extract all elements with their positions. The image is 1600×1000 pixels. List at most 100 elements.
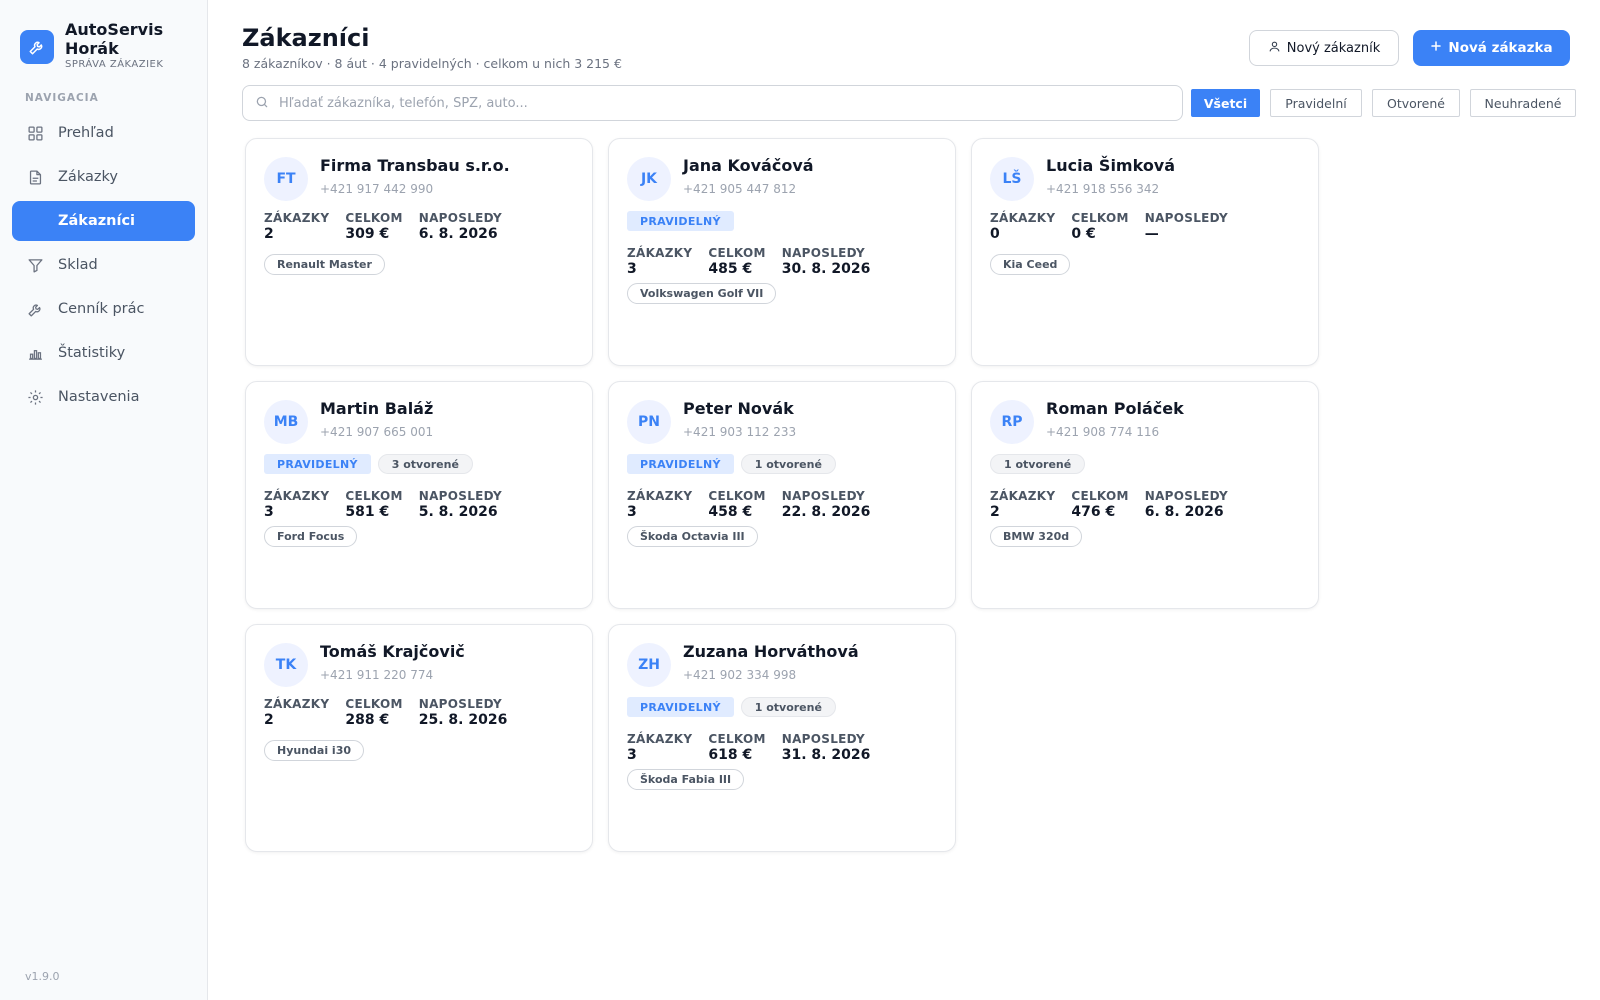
sidebar-item-zakazky[interactable]: Zákazky: [12, 157, 195, 197]
sidebar-item-label: Štatistiky: [58, 345, 126, 361]
stat-last: NAPOSLEDY 30. 8. 2026: [782, 246, 871, 277]
filter-unpaid[interactable]: Neuhradené: [1470, 89, 1576, 117]
filter-icon: [26, 256, 44, 274]
stat-label: ZÁKAZKY: [627, 732, 693, 746]
car-chip[interactable]: Škoda Fabia III: [627, 769, 745, 790]
stat-label: ZÁKAZKY: [627, 246, 693, 260]
car-chip[interactable]: BMW 320d: [990, 526, 1083, 547]
stat-label: ZÁKAZKY: [264, 697, 330, 711]
stat-value: 485 €: [708, 261, 753, 277]
customer-card[interactable]: TK Tomáš Krajčovič +421 911 220 774 ZÁKA…: [245, 624, 593, 852]
new-order-label: Nová zákazka: [1448, 40, 1553, 56]
sidebar-item-statistiky[interactable]: Štatistiky: [12, 333, 195, 373]
stat-last: NAPOSLEDY 5. 8. 2026: [419, 489, 502, 520]
customer-card[interactable]: JK Jana Kováčová +421 905 447 812 PRAVID…: [608, 138, 956, 366]
stat-value: 2: [264, 226, 274, 242]
stat-label: ZÁKAZKY: [264, 211, 330, 225]
stat-value: 25. 8. 2026: [418, 712, 508, 728]
sidebar-item-nastavenia[interactable]: Nastavenia: [12, 377, 195, 417]
new-order-button[interactable]: Nová zákazka: [1413, 30, 1570, 66]
search-input[interactable]: [279, 95, 1159, 111]
car-chip[interactable]: Ford Focus: [264, 526, 358, 547]
stat-value: 3: [627, 261, 637, 277]
customer-card[interactable]: RP Roman Poláček +421 908 774 116 1 otvo…: [971, 381, 1319, 609]
stat-label: ZÁKAZKY: [264, 489, 330, 503]
avatar: MB: [264, 400, 308, 444]
sidebar-item-zakaznici[interactable]: Zákazníci: [12, 201, 195, 241]
customer-name: Firma Transbau s.r.o.: [320, 156, 510, 175]
regular-badge: PRAVIDELNÝ: [627, 211, 734, 231]
new-customer-button[interactable]: Nový zákazník: [1249, 30, 1399, 66]
avatar: TK: [264, 643, 308, 687]
stat-value: 581 €: [345, 504, 390, 520]
sidebar-nav: Prehľad Zákazky Zákazníci Sklad Cenník p…: [12, 113, 195, 421]
avatar: RP: [990, 400, 1034, 444]
stat-total: CELKOM 485 €: [708, 246, 765, 277]
stat-value: 5. 8. 2026: [418, 504, 498, 520]
grid-icon: [26, 124, 44, 142]
car-chip[interactable]: Renault Master: [264, 254, 385, 275]
sidebar-item-prehlad[interactable]: Prehľad: [12, 113, 195, 153]
stat-value: 0 €: [1071, 226, 1096, 242]
stat-label: ZÁKAZKY: [990, 211, 1056, 225]
sidebar-item-cennik[interactable]: Cenník prác: [12, 289, 195, 329]
stat-last: NAPOSLEDY 25. 8. 2026: [419, 697, 508, 728]
car-chip[interactable]: Škoda Octavia III: [627, 526, 758, 547]
stat-label: CELKOM: [345, 697, 403, 711]
customer-card[interactable]: ZH Zuzana Horváthová +421 902 334 998 PR…: [608, 624, 956, 852]
customer-name: Tomáš Krajčovič: [320, 642, 465, 661]
sidebar-item-label: Zákazníci: [58, 213, 136, 229]
customer-card[interactable]: MB Martin Baláž +421 907 665 001 PRAVIDE…: [245, 381, 593, 609]
customer-card[interactable]: PN Peter Novák +421 903 112 233 PRAVIDEL…: [608, 381, 956, 609]
stat-label: NAPOSLEDY: [1144, 211, 1229, 225]
stat-last: NAPOSLEDY 22. 8. 2026: [782, 489, 871, 520]
sidebar-item-sklad[interactable]: Sklad: [12, 245, 195, 285]
customer-phone: +421 905 447 812: [683, 182, 797, 196]
sidebar-item-label: Prehľad: [58, 125, 114, 141]
car-chip[interactable]: Kia Ceed: [990, 254, 1071, 275]
wrench-logo-icon: [20, 30, 54, 64]
stat-value: 0: [990, 226, 1000, 242]
customer-card[interactable]: FT Firma Transbau s.r.o. +421 917 442 99…: [245, 138, 593, 366]
car-chip[interactable]: Volkswagen Golf VII: [627, 283, 777, 304]
customer-card[interactable]: LŠ Lucia Šimková +421 918 556 342 ZÁKAZK…: [971, 138, 1319, 366]
sidebar-item-label: Zákazky: [58, 169, 118, 185]
badge-row: PRAVIDELNÝ 3 otvorené: [264, 454, 473, 474]
brand-name: AutoServis Horák: [65, 20, 164, 58]
brand-subtitle: SPRÁVA ZÁKAZIEK: [65, 59, 164, 70]
stat-value: 3: [627, 747, 637, 763]
bar-chart-icon: [26, 344, 44, 362]
stat-total: CELKOM 581 €: [345, 489, 402, 520]
stat-orders: ZÁKAZKY 3: [627, 489, 692, 520]
badge-row: 1 otvorené: [990, 454, 1086, 474]
stat-label: CELKOM: [345, 489, 403, 503]
plus-icon: [1430, 40, 1442, 56]
car-chip[interactable]: Hyundai i30: [264, 740, 365, 761]
stat-value: 2: [264, 712, 274, 728]
sidebar-item-label: Sklad: [58, 257, 98, 273]
stat-label: CELKOM: [708, 489, 766, 503]
user-icon: [1268, 40, 1281, 57]
customer-phone: +421 917 442 990: [320, 182, 434, 196]
stat-value: 6. 8. 2026: [1144, 504, 1224, 520]
stat-orders: ZÁKAZKY 2: [264, 211, 329, 242]
customer-name: Martin Baláž: [320, 399, 434, 418]
customer-stats: ZÁKAZKY 2 CELKOM 288 € NAPOSLEDY 25. 8. …: [264, 697, 523, 728]
sidebar: AutoServis Horák SPRÁVA ZÁKAZIEK NAVIGAC…: [0, 0, 208, 1000]
filter-regular[interactable]: Pravidelní: [1270, 89, 1362, 117]
brand[interactable]: AutoServis Horák SPRÁVA ZÁKAZIEK: [20, 20, 175, 70]
customer-stats: ZÁKAZKY 3 CELKOM 581 € NAPOSLEDY 5. 8. 2…: [264, 489, 518, 520]
gear-icon: [26, 388, 44, 406]
stat-orders: ZÁKAZKY 0: [990, 211, 1055, 242]
stat-orders: ZÁKAZKY 3: [627, 246, 692, 277]
customer-stats: ZÁKAZKY 3 CELKOM 458 € NAPOSLEDY 22. 8. …: [627, 489, 886, 520]
filter-open[interactable]: Otvorené: [1372, 89, 1460, 117]
avatar: ZH: [627, 643, 671, 687]
avatar: PN: [627, 400, 671, 444]
filter-all[interactable]: Všetci: [1191, 89, 1260, 117]
search-icon: [255, 94, 269, 113]
stat-last: NAPOSLEDY 31. 8. 2026: [782, 732, 871, 763]
search-box[interactable]: [242, 85, 1183, 121]
customer-name: Lucia Šimková: [1046, 156, 1176, 175]
stat-value: 288 €: [345, 712, 390, 728]
